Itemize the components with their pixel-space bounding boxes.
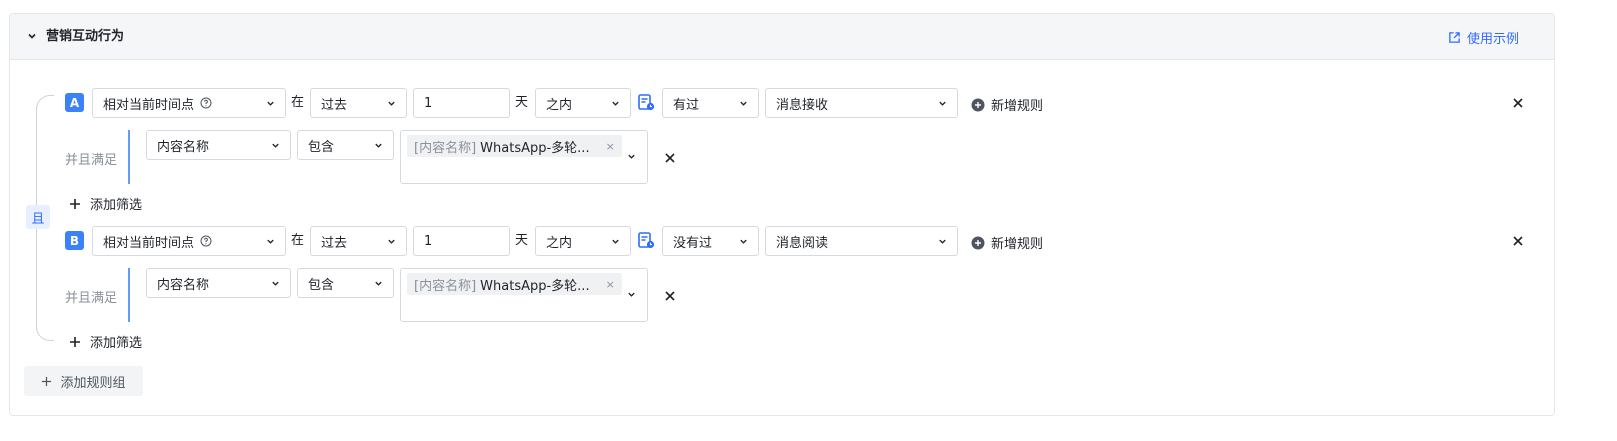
panel-header (10, 14, 1554, 60)
tag-value: WhatsApp-多轮... (480, 278, 590, 294)
chevron-down-icon (272, 143, 279, 148)
add-rule-button[interactable]: 新增规则 (971, 233, 1043, 252)
and-satisfy-label: 并且满足 (65, 153, 118, 168)
add-filter-button[interactable]: 添加筛选 (69, 332, 142, 351)
chevron-down-icon (628, 154, 635, 159)
time-reference-select[interactable]: 相对当前时间点 (92, 88, 286, 118)
plus-icon (70, 336, 80, 347)
add-rule-group-button[interactable]: 添加规则组 (24, 366, 143, 396)
marketing-interaction-panel (9, 13, 1555, 416)
help-circle-icon[interactable] (200, 97, 212, 109)
tag-remove-icon[interactable]: × (606, 278, 615, 291)
group-connector-toggle[interactable]: 且 (26, 205, 50, 229)
add-rule-button[interactable]: 新增规则 (971, 95, 1043, 114)
period-value: 过去 (321, 235, 348, 251)
in-label: 在 (291, 233, 305, 248)
occurrence-value: 有过 (673, 97, 700, 113)
time-reference-value: 相对当前时间点 (103, 235, 195, 251)
amount-value: 1 (424, 233, 433, 249)
day-unit-label: 天 (515, 95, 529, 110)
section-title: 营销互动行为 (46, 29, 125, 44)
tag-value: WhatsApp-多轮... (480, 140, 590, 156)
chevron-down-icon (388, 101, 395, 106)
chevron-down-icon (740, 239, 747, 244)
filter-operator-select[interactable]: 包含 (297, 130, 394, 160)
rule-badge: A (65, 93, 84, 112)
occurrence-value: 没有过 (673, 235, 713, 251)
event-select[interactable]: 消息接收 (765, 88, 958, 118)
chevron-down-icon (272, 281, 279, 286)
remove-filter-close-icon[interactable] (664, 152, 676, 164)
close-icon[interactable] (1512, 235, 1524, 247)
close-icon[interactable] (1512, 97, 1524, 109)
range-value: 之内 (546, 97, 573, 113)
add-rule-label: 新增规则 (991, 237, 1044, 252)
chevron-down-icon (267, 239, 274, 244)
chevron-down-icon (612, 101, 619, 106)
time-reference-select[interactable]: 相对当前时间点 (92, 226, 286, 256)
and-satisfy-label: 并且满足 (65, 291, 118, 306)
occurrence-select[interactable]: 没有过 (662, 226, 759, 256)
filter-values-select[interactable]: [内容名称] WhatsApp-多轮... × (400, 130, 648, 184)
chevron-down-icon (612, 239, 619, 244)
chevron-down-icon (740, 101, 747, 106)
amount-input[interactable]: 1 (413, 88, 510, 118)
plus-icon (70, 198, 80, 209)
chevron-down-icon (628, 292, 635, 297)
day-unit-label: 天 (515, 233, 529, 248)
calendar-icon[interactable] (638, 94, 655, 111)
plus-icon (42, 376, 52, 386)
period-select[interactable]: 过去 (310, 226, 407, 256)
filter-operator-select[interactable]: 包含 (297, 268, 394, 298)
chevron-down-icon (939, 239, 946, 244)
range-select[interactable]: 之内 (535, 226, 631, 256)
add-rule-label: 新增规则 (991, 99, 1044, 114)
add-rule-group-label: 添加规则组 (60, 375, 126, 391)
amount-input[interactable]: 1 (413, 226, 510, 256)
add-filter-label: 添加筛选 (90, 336, 143, 351)
event-select[interactable]: 消息阅读 (765, 226, 958, 256)
chevron-down-icon (939, 101, 946, 106)
filter-field-value: 内容名称 (157, 277, 210, 293)
occurrence-select[interactable]: 有过 (662, 88, 759, 118)
calendar-icon[interactable] (638, 232, 655, 249)
period-value: 过去 (321, 97, 348, 113)
range-select[interactable]: 之内 (535, 88, 631, 118)
range-value: 之内 (546, 235, 573, 251)
remove-filter-close-icon[interactable] (664, 290, 676, 302)
rule-badge: B (65, 231, 84, 250)
add-filter-label: 添加筛选 (90, 198, 143, 213)
filter-operator-value: 包含 (308, 277, 335, 293)
tag-key: [内容名称] (414, 278, 477, 294)
amount-value: 1 (424, 95, 433, 111)
chevron-down-icon (267, 101, 274, 106)
add-filter-button[interactable]: 添加筛选 (69, 194, 142, 213)
period-select[interactable]: 过去 (310, 88, 407, 118)
chevron-down-icon (375, 281, 382, 286)
filter-field-select[interactable]: 内容名称 (146, 268, 291, 298)
external-link-icon (1449, 31, 1460, 43)
filter-operator-value: 包含 (308, 139, 335, 155)
in-label: 在 (291, 95, 305, 110)
filter-field-select[interactable]: 内容名称 (146, 130, 291, 160)
filter-value-tag: [内容名称] WhatsApp-多轮... × (407, 135, 622, 157)
event-value: 消息阅读 (776, 235, 829, 251)
tag-remove-icon[interactable]: × (606, 140, 615, 153)
filter-group-bar (128, 130, 130, 184)
event-value: 消息接收 (776, 97, 829, 113)
filter-values-select[interactable]: [内容名称] WhatsApp-多轮... × (400, 268, 648, 322)
filter-field-value: 内容名称 (157, 139, 210, 155)
usage-example-label: 使用示例 (1467, 31, 1520, 47)
filter-value-tag: [内容名称] WhatsApp-多轮... × (407, 273, 622, 295)
chevron-down-icon (375, 143, 382, 148)
collapse-chevron-icon[interactable] (27, 30, 37, 42)
chevron-down-icon (388, 239, 395, 244)
tag-key: [内容名称] (414, 140, 477, 156)
filter-group-bar (128, 268, 130, 322)
help-circle-icon[interactable] (200, 235, 212, 247)
usage-example-link[interactable]: 使用示例 (1448, 28, 1520, 47)
plus-circle-icon (971, 98, 985, 111)
plus-circle-icon (971, 236, 985, 249)
time-reference-value: 相对当前时间点 (103, 97, 195, 113)
